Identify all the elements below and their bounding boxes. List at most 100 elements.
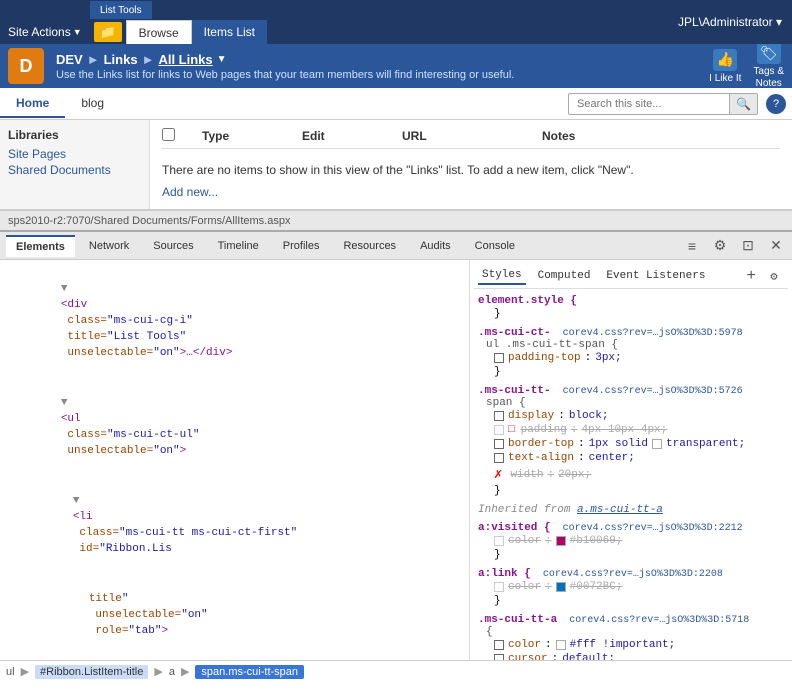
search-button[interactable]: 🔍 xyxy=(729,94,757,114)
col-notes: Notes xyxy=(542,129,622,143)
devtools-gear-icon[interactable]: ⚙ xyxy=(710,236,730,256)
devtools-tab-resources[interactable]: Resources xyxy=(333,236,406,256)
add-new-link[interactable]: Add new... xyxy=(162,185,218,199)
search-bar: 🔍 xyxy=(568,93,758,115)
dom-line[interactable]: <li class="ms-cui-tt ms-cui-ct-first" id… xyxy=(4,476,465,574)
devtools-list-icon[interactable]: ≡ xyxy=(682,236,702,256)
breadcrumb-ribbon[interactable]: #Ribbon.ListItem-title xyxy=(35,665,148,679)
breadcrumb-links[interactable]: Links xyxy=(104,52,138,67)
breadcrumb-span[interactable]: span.ms-cui-tt-span xyxy=(195,665,304,679)
sidebar-shared-documents[interactable]: Shared Documents xyxy=(8,162,141,178)
sub-nav: Home blog 🔍 ? xyxy=(0,88,792,120)
dom-panel[interactable]: <div class="ms-cui-cg-i" title="List Too… xyxy=(0,260,470,660)
empty-message: There are no items to show in this view … xyxy=(162,155,780,185)
select-all-checkbox[interactable] xyxy=(162,128,175,141)
css-rule-2: .ms-cui-tt- corev4.css?rev=…jsO%3D%3D:57… xyxy=(478,385,784,498)
sidebar-site-pages[interactable]: Site Pages xyxy=(8,146,141,162)
list-tools-label: List Tools xyxy=(90,1,152,19)
breadcrumb-sep-2: ► xyxy=(142,52,155,67)
devtools-tab-sources[interactable]: Sources xyxy=(143,236,203,256)
breadcrumb-a[interactable]: a xyxy=(169,666,175,678)
css-checkbox[interactable] xyxy=(494,439,504,449)
top-nav: List Tools Site Actions ▼ 📁 Browse Items… xyxy=(0,0,792,44)
dom-line[interactable]: <ul class="ms-cui-ct-ul" unselectable="o… xyxy=(4,378,465,476)
tab-home[interactable]: Home xyxy=(0,90,65,118)
css-rule-element-style: element.style { } xyxy=(478,295,784,321)
devtools-tab-console[interactable]: Console xyxy=(465,236,525,256)
content-area: Libraries Site Pages Shared Documents Ty… xyxy=(0,120,792,210)
styles-settings-icon[interactable]: ⚙ xyxy=(764,266,784,286)
user-name-label: JPL\Administrator ▾ xyxy=(678,15,782,29)
devtools-toolbar: Elements Network Sources Timeline Profil… xyxy=(0,232,792,260)
css-rule-a-visited: a:visited { corev4.css?rev=…jsO%3D%3D:22… xyxy=(478,522,784,562)
css-checkbox[interactable] xyxy=(494,425,504,435)
devtools-tab-timeline[interactable]: Timeline xyxy=(208,236,269,256)
breadcrumb-all-links[interactable]: All Links xyxy=(158,52,212,67)
dom-line[interactable]: <a class="ms-cui-tt-a" unselectable="on"… xyxy=(4,656,465,660)
status-bar: sps2010-r2:7070/Shared Documents/Forms/A… xyxy=(0,210,792,230)
color-swatch xyxy=(652,439,662,449)
folder-icon-btn[interactable]: 📁 xyxy=(94,22,122,42)
search-input[interactable] xyxy=(569,95,729,113)
css-checkbox[interactable] xyxy=(494,453,504,463)
sidebar-libraries: Libraries Site Pages Shared Documents xyxy=(8,128,141,178)
list-header: Type Edit URL Notes xyxy=(162,128,780,149)
css-rule-inherited-header: Inherited from a.ms-cui-tt-a xyxy=(478,504,784,516)
css-rule-ms-cui-tt-a: .ms-cui-tt-a corev4.css?rev=…jsO%3D%3D:5… xyxy=(478,614,784,660)
toggle-icon[interactable] xyxy=(61,283,68,295)
col-type: Type xyxy=(202,129,282,143)
dom-line[interactable]: title" unselectable="on" role="tab"> xyxy=(4,574,465,656)
devtools-close-icon[interactable]: ✕ xyxy=(766,236,786,256)
breadcrumb-dev[interactable]: DEV xyxy=(56,52,83,67)
devtools-tab-elements[interactable]: Elements xyxy=(6,235,75,257)
devtools-tab-network[interactable]: Network xyxy=(79,236,139,256)
user-menu[interactable]: JPL\Administrator ▾ xyxy=(668,0,792,44)
tags-notes-icon: 🏷 xyxy=(757,42,781,64)
tab-items-list[interactable]: Items List xyxy=(192,20,267,44)
css-rule-a-link: a:link { corev4.css?rev=…jsO%3D%3D:2208 … xyxy=(478,568,784,608)
tags-notes-btn[interactable]: 🏷 Tags & Notes xyxy=(753,42,784,90)
site-actions-btn[interactable]: Site Actions ▼ xyxy=(0,20,90,44)
color-swatch xyxy=(556,582,566,592)
tags-notes-label: Tags & Notes xyxy=(753,66,784,90)
styles-tab-event-listeners[interactable]: Event Listeners xyxy=(602,268,709,284)
breadcrumb: DEV ► Links ► All Links ▼ xyxy=(56,52,701,67)
css-rule-1: .ms-cui-ct- corev4.css?rev=…jsO%3D%3D:59… xyxy=(478,327,784,379)
main-content: Type Edit URL Notes There are no items t… xyxy=(150,120,792,209)
dom-line[interactable]: <div class="ms-cui-cg-i" title="List Too… xyxy=(4,264,465,378)
color-swatch xyxy=(556,640,566,650)
help-button[interactable]: ? xyxy=(766,94,786,114)
css-checkbox[interactable] xyxy=(494,582,504,592)
x-mark-icon: ✗ xyxy=(494,466,502,483)
inherited-from-link[interactable]: a.ms-cui-tt-a xyxy=(577,504,663,516)
styles-tab-computed[interactable]: Computed xyxy=(534,268,595,284)
css-checkbox[interactable] xyxy=(494,536,504,546)
devtools-tab-profiles[interactable]: Profiles xyxy=(273,236,330,256)
color-swatch xyxy=(556,536,566,546)
css-checkbox[interactable] xyxy=(494,654,504,660)
i-like-it-label: I Like It xyxy=(709,73,741,84)
devtools-dock-icon[interactable]: ⊡ xyxy=(738,236,758,256)
i-like-it-btn[interactable]: 👍 I Like It xyxy=(709,49,741,84)
devtools-icons: ≡ ⚙ ⊡ ✕ xyxy=(682,236,786,256)
toggle-icon[interactable] xyxy=(73,495,80,507)
bottom-bar: ul ▶ #Ribbon.ListItem-title ▶ a ▶ span.m… xyxy=(0,660,792,682)
css-checkbox[interactable] xyxy=(494,411,504,421)
devtools: Elements Network Sources Timeline Profil… xyxy=(0,230,792,660)
breadcrumb-ul[interactable]: ul xyxy=(6,666,15,678)
tab-blog[interactable]: blog xyxy=(65,90,120,118)
tab-browse[interactable]: Browse xyxy=(126,20,192,44)
col-url: URL xyxy=(402,129,522,143)
styles-add-rule-btn[interactable]: + xyxy=(746,267,756,285)
breadcrumb-sep-1: ► xyxy=(87,52,100,67)
breadcrumb-dropdown-icon[interactable]: ▼ xyxy=(217,54,227,65)
toggle-icon[interactable] xyxy=(61,397,68,409)
styles-tab-styles[interactable]: Styles xyxy=(478,267,526,285)
top-right-actions: 👍 I Like It 🏷 Tags & Notes xyxy=(709,42,784,90)
css-checkbox[interactable] xyxy=(494,640,504,650)
devtools-tab-audits[interactable]: Audits xyxy=(410,236,461,256)
styles-panel[interactable]: Styles Computed Event Listeners + ⚙ elem… xyxy=(470,260,792,660)
css-checkbox[interactable] xyxy=(494,353,504,363)
devtools-panels: <div class="ms-cui-cg-i" title="List Too… xyxy=(0,260,792,660)
col-edit: Edit xyxy=(302,129,382,143)
